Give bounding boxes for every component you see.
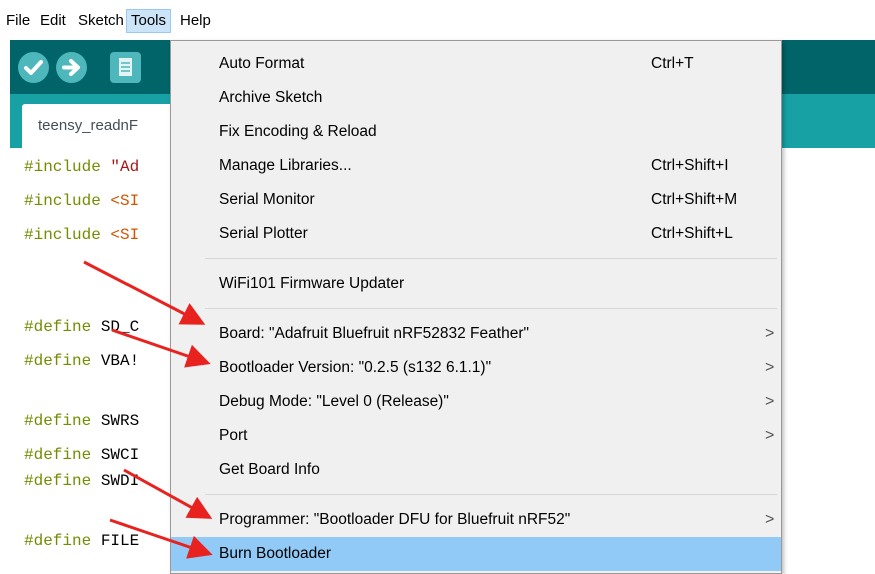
menu-item-burn-bootloader[interactable]: Burn Bootloader: [171, 537, 781, 571]
tools-menu: Auto Format Ctrl+T Archive Sketch Fix En…: [170, 40, 782, 574]
code-line: #define SWCI: [24, 446, 140, 464]
menu-tools[interactable]: Tools: [126, 9, 172, 33]
menu-sketch[interactable]: Sketch: [74, 9, 128, 33]
code-line: #include "Ad: [24, 158, 140, 176]
menu-bar: File Edit Sketch Tools Help: [0, 0, 875, 40]
sketch-tab[interactable]: teensy_readnF: [22, 104, 192, 148]
menu-help[interactable]: Help: [176, 9, 215, 33]
upload-button[interactable]: [56, 52, 87, 83]
verify-button[interactable]: [18, 52, 49, 83]
chevron-right-icon: >: [765, 359, 775, 376]
menu-item-archive-sketch[interactable]: Archive Sketch: [171, 81, 781, 115]
menu-item-wifi101-updater[interactable]: WiFi101 Firmware Updater: [171, 267, 781, 301]
menu-item-serial-plotter[interactable]: Serial Plotter Ctrl+Shift+L: [171, 217, 781, 251]
chevron-right-icon: >: [765, 511, 775, 528]
chevron-right-icon: >: [765, 393, 775, 410]
menu-item-serial-monitor[interactable]: Serial Monitor Ctrl+Shift+M: [171, 183, 781, 217]
menu-separator: [205, 258, 777, 259]
menu-item-bootloader-version[interactable]: Bootloader Version: "0.2.5 (s132 6.1.1)"…: [171, 351, 781, 385]
code-line: #define SWDI: [24, 472, 140, 490]
arrow-right-icon: [62, 59, 80, 76]
code-line: #define SWRS: [24, 412, 140, 430]
code-line: #include <SI: [24, 192, 140, 210]
menu-file[interactable]: File: [2, 9, 34, 33]
menu-item-board[interactable]: Board: "Adafruit Bluefruit nRF52832 Feat…: [171, 317, 781, 351]
chevron-right-icon: >: [765, 427, 775, 444]
code-line: #define VBA!: [24, 352, 140, 370]
code-line: #define FILE: [24, 532, 140, 550]
new-button[interactable]: [110, 52, 141, 83]
menu-item-auto-format[interactable]: Auto Format Ctrl+T: [171, 47, 781, 81]
code-line: #define SD_C: [24, 318, 140, 336]
check-icon: [24, 60, 43, 75]
menu-item-port[interactable]: Port >: [171, 419, 781, 453]
document-icon: [119, 58, 132, 76]
menu-item-manage-libraries[interactable]: Manage Libraries... Ctrl+Shift+I: [171, 149, 781, 183]
menu-item-fix-encoding[interactable]: Fix Encoding & Reload: [171, 115, 781, 149]
menu-item-debug-mode[interactable]: Debug Mode: "Level 0 (Release)" >: [171, 385, 781, 419]
menu-edit[interactable]: Edit: [36, 9, 70, 33]
chevron-right-icon: >: [765, 325, 775, 342]
menu-item-get-board-info[interactable]: Get Board Info: [171, 453, 781, 487]
menu-separator: [205, 308, 777, 309]
code-line: #include <SI: [24, 226, 140, 244]
menu-item-programmer[interactable]: Programmer: "Bootloader DFU for Bluefrui…: [171, 503, 781, 537]
menu-separator: [205, 494, 777, 495]
